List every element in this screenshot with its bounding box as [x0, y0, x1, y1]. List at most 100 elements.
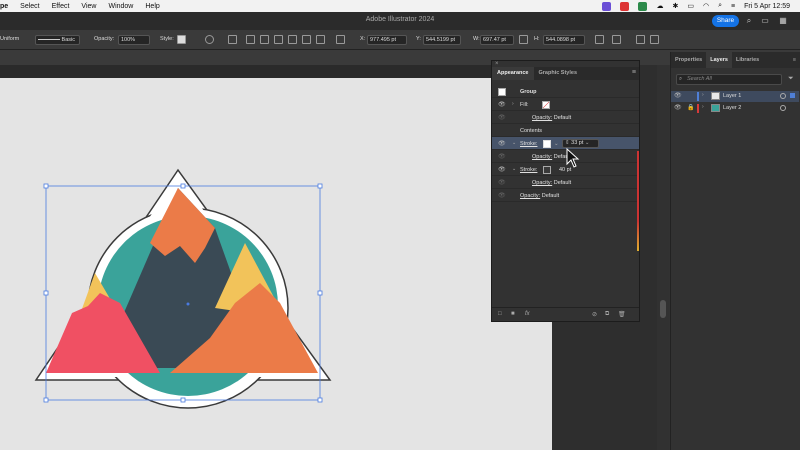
stroke-weight-field[interactable]: ⇕ 33 pt ⌄	[562, 139, 599, 148]
h-field[interactable]: 544.0898 pt	[543, 35, 585, 45]
w-field[interactable]: 697.47 pt	[480, 35, 514, 45]
visibility-eye-icon[interactable]: 👁	[498, 140, 506, 147]
menu-type[interactable]: pe	[0, 3, 8, 10]
visibility-eye-icon[interactable]: 👁	[498, 101, 506, 108]
swatch-dropdown-icon[interactable]: ⌄	[554, 141, 559, 147]
vertical-scrollbar[interactable]	[657, 65, 669, 450]
recolor-icon[interactable]	[205, 35, 214, 44]
screen-recorder-icon[interactable]	[602, 1, 612, 11]
chevron-down-icon[interactable]: ⌄	[512, 166, 516, 172]
style-swatch[interactable]	[177, 35, 186, 44]
align-to-icon[interactable]	[228, 35, 237, 44]
clear-appearance-icon[interactable]: ⊘	[592, 311, 597, 318]
opacity-field[interactable]: 100%	[118, 35, 150, 45]
transform-icon[interactable]	[595, 35, 604, 44]
selection-indicator[interactable]	[790, 93, 795, 98]
tab-layers[interactable]: Layers	[706, 52, 732, 68]
x-field[interactable]: 977.495 pt	[367, 35, 407, 45]
chevron-right-icon[interactable]: ›	[702, 104, 704, 110]
wifi-icon[interactable]: ◠	[703, 2, 709, 10]
grid-icon[interactable]: ▦	[778, 16, 788, 26]
duplicate-item-icon[interactable]: ⧉	[605, 311, 609, 318]
panel-menu-icon[interactable]: ≡	[789, 52, 800, 68]
link-icon[interactable]	[519, 35, 528, 44]
align-left-icon[interactable]	[246, 35, 255, 44]
chevron-down-icon[interactable]: ⌄	[512, 140, 516, 146]
search-icon[interactable]: ⌕	[718, 2, 722, 10]
opacity-text: Opacity: Default	[532, 115, 572, 121]
target-icon[interactable]	[780, 93, 786, 99]
bluetooth-icon[interactable]: ✱	[672, 2, 678, 10]
fill-none-swatch[interactable]	[542, 101, 550, 109]
search-icon: ⌕	[679, 76, 683, 82]
layer-color-indicator	[637, 151, 639, 251]
stroke-swatch-dark[interactable]	[543, 166, 551, 174]
panel-menu-icon[interactable]: ≡	[632, 69, 636, 76]
tab-appearance[interactable]: Appearance	[492, 67, 534, 80]
menu-help[interactable]: Help	[145, 3, 159, 10]
align-top-icon[interactable]	[288, 35, 297, 44]
share-button[interactable]: Share	[712, 15, 739, 27]
stepper-icon[interactable]: ⇕	[565, 140, 570, 146]
add-fill-icon[interactable]: ■	[511, 311, 515, 317]
align-right-icon[interactable]	[274, 35, 283, 44]
align-bottom-icon[interactable]	[316, 35, 325, 44]
visibility-eye-icon[interactable]: 👁	[674, 104, 682, 111]
search-icon[interactable]: ⌕	[744, 16, 754, 26]
filter-icon[interactable]: ⏷	[788, 75, 794, 83]
stroke-swatch[interactable]	[543, 140, 551, 148]
visibility-eye-icon[interactable]: 👁	[498, 192, 506, 199]
group-row[interactable]: Group	[492, 85, 639, 98]
isolate-icon[interactable]	[636, 35, 645, 44]
visibility-eye-icon[interactable]: 👁	[674, 92, 682, 99]
delete-item-icon[interactable]: 🗑	[618, 311, 626, 318]
clock[interactable]: Fri 5 Apr 12:59	[744, 3, 790, 10]
layers-search-input[interactable]: ⌕ Search All	[676, 74, 782, 85]
visibility-eye-icon[interactable]: 👁	[498, 114, 506, 121]
scrollbar-thumb[interactable]	[660, 300, 666, 318]
opacity-row[interactable]: 👁 Opacity: Default	[492, 111, 639, 124]
arrange-icon[interactable]	[650, 35, 659, 44]
tab-graphic-styles[interactable]: Graphic Styles	[534, 67, 583, 80]
stroke-profile[interactable]: Uniform	[0, 36, 19, 42]
menu-view[interactable]: View	[81, 3, 96, 10]
add-stroke-icon[interactable]: □	[498, 311, 502, 317]
contents-row[interactable]: Contents	[492, 124, 639, 137]
chevron-right-icon[interactable]: ›	[512, 101, 514, 107]
visibility-eye-icon[interactable]: 👁	[498, 179, 506, 186]
target-icon[interactable]	[780, 105, 786, 111]
app-status-icon[interactable]	[620, 1, 630, 11]
control-center-icon[interactable]: ≡	[731, 3, 735, 10]
mountain-artwork[interactable]	[0, 78, 552, 450]
lock-icon[interactable]: 🔒	[687, 104, 694, 111]
menu-effect[interactable]: Effect	[52, 3, 70, 10]
layer-row-1[interactable]: 👁 › Layer 1	[671, 91, 799, 102]
app-status-icon-2[interactable]	[638, 1, 648, 11]
battery-icon[interactable]: ▭	[687, 2, 694, 10]
layer-name[interactable]: Layer 1	[723, 93, 741, 99]
stroke-opacity-row-2[interactable]: 👁 Opacity: Default	[492, 176, 639, 189]
opacity-text: Opacity: Default	[532, 180, 572, 186]
workspace-icon[interactable]: ▭	[760, 16, 770, 26]
align-hcenter-icon[interactable]	[260, 35, 269, 44]
y-field[interactable]: 544.5199 pt	[423, 35, 461, 45]
layer-row-2[interactable]: 👁 🔒 › Layer 2	[671, 103, 799, 114]
artboard[interactable]	[0, 78, 552, 450]
group-opacity-row[interactable]: 👁 Opacity: Default	[492, 189, 639, 202]
creative-cloud-icon[interactable]: ☁	[656, 2, 663, 10]
menu-window[interactable]: Window	[108, 3, 133, 10]
brush-definition[interactable]: Basic	[35, 35, 80, 45]
tab-libraries[interactable]: Libraries	[732, 52, 763, 68]
tab-properties[interactable]: Properties	[671, 52, 706, 68]
reference-point-icon[interactable]	[336, 35, 345, 44]
visibility-eye-icon[interactable]: 👁	[498, 166, 506, 173]
shape-icon[interactable]	[612, 35, 621, 44]
visibility-eye-icon[interactable]: 👁	[498, 153, 506, 160]
chevron-down-icon[interactable]: ⌄	[585, 140, 590, 146]
fx-icon[interactable]: fx	[525, 311, 530, 317]
chevron-right-icon[interactable]: ›	[702, 92, 704, 98]
menu-select[interactable]: Select	[20, 3, 39, 10]
align-vcenter-icon[interactable]	[302, 35, 311, 44]
fill-row[interactable]: 👁 › Fill:	[492, 98, 639, 111]
layer-name[interactable]: Layer 2	[723, 105, 741, 111]
